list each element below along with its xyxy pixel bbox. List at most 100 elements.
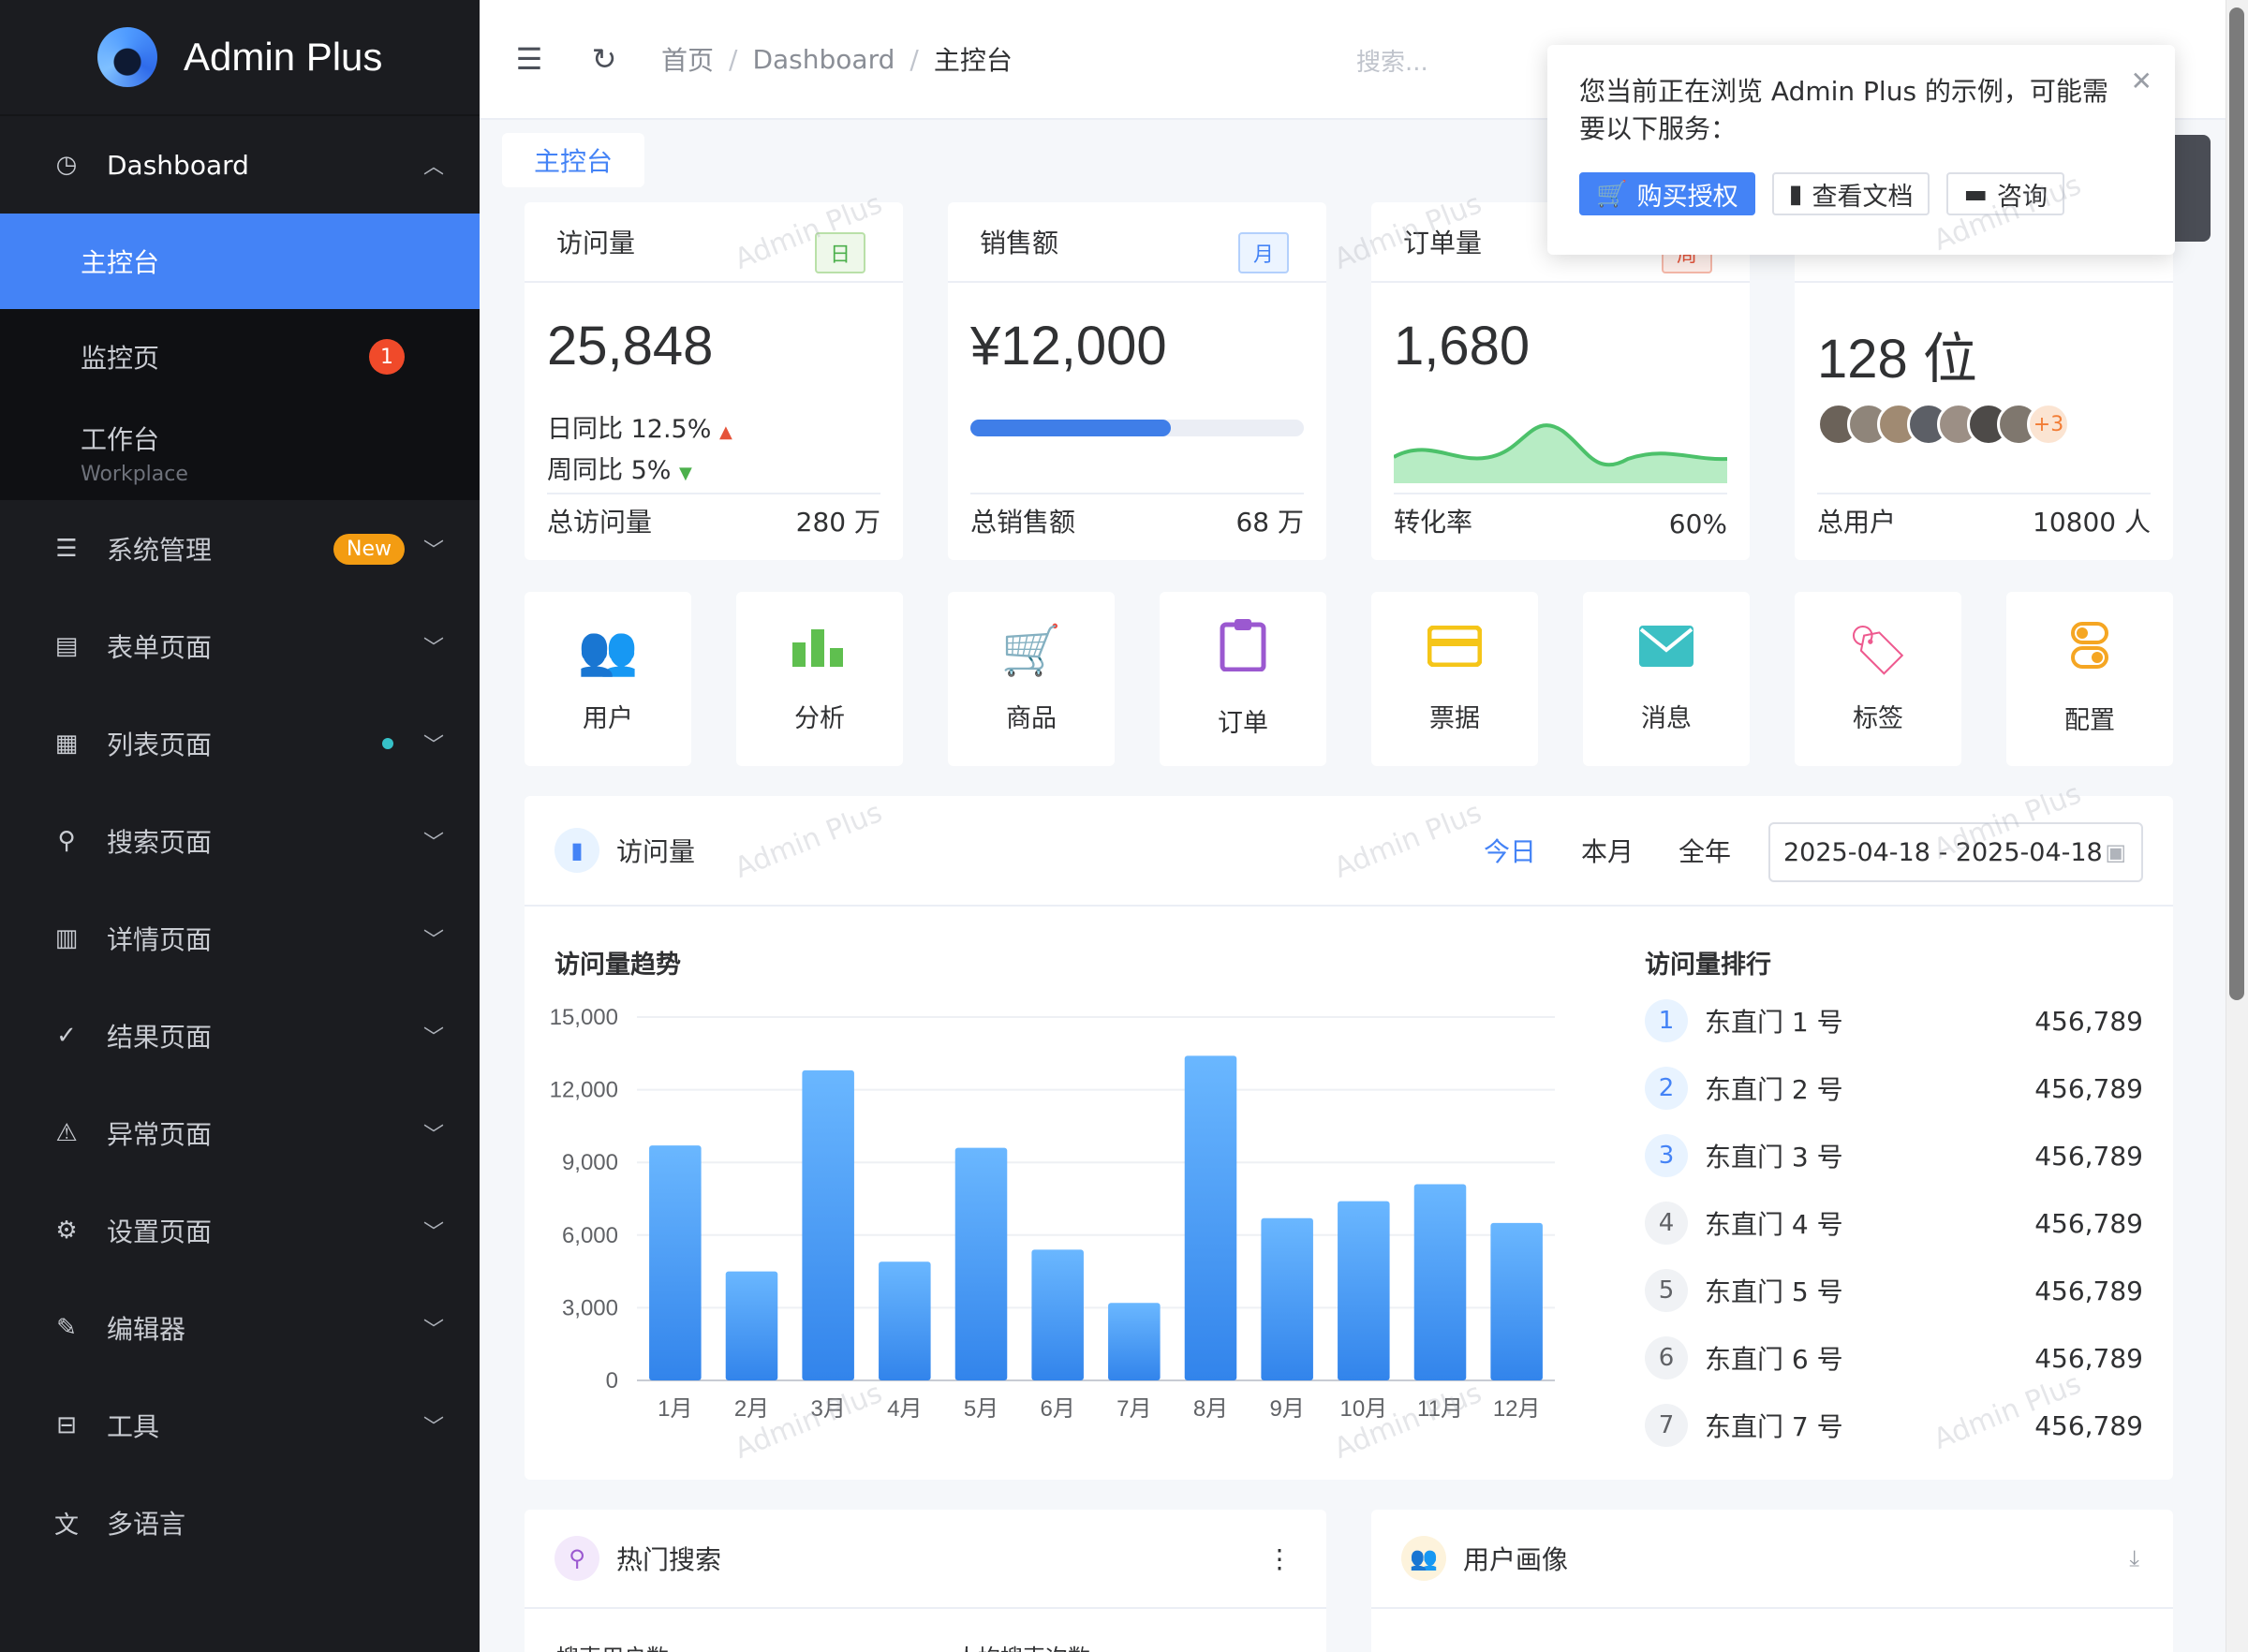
page-scrollbar[interactable] [2226,0,2248,1652]
stat-card-sales: 销售额 月 ¥12,000 总销售额 68 万 [948,202,1326,560]
side-drawer-tab[interactable] [2175,135,2211,242]
sidebar-item-detail[interactable]: ▥ 详情页面 ﹀ [0,890,480,987]
stat-card-users: 128 位 +3 总用户 10800 人 [1795,202,2173,560]
sidebar-item-label: 主控台 [81,247,160,278]
button-label: 查看文档 [1812,182,1914,212]
chart-bar[interactable] [1338,1201,1390,1380]
user-profile-title: 用户画像 [1463,1544,1569,1575]
rank-number: 1 [1645,999,1688,1042]
check-circle-icon: ✓ [56,1022,77,1050]
shortcut-invoices[interactable]: 票据 [1371,592,1538,766]
hot-search-title: 热门搜索 [616,1544,722,1575]
tab-console[interactable]: 主控台 [502,133,645,187]
chart-bar[interactable] [1261,1217,1313,1380]
shortcut-products[interactable]: 🛒 商品 [948,592,1115,766]
search-input[interactable]: 搜索... [1356,43,1428,78]
scrollbar-thumb[interactable] [2229,7,2244,1000]
logo-icon [97,27,157,87]
more-vertical-icon[interactable]: ⋮ [1266,1543,1293,1574]
chevron-down-icon: ﹀ [422,539,444,563]
chart-bar[interactable] [649,1145,702,1380]
sidebar-item-editor[interactable]: ✎ 编辑器 ﹀ [0,1279,480,1377]
sidebar-item-system[interactable]: ☰ 系统管理 New ﹀ [0,500,480,597]
chart-bar[interactable] [879,1261,931,1380]
progress-fill [970,420,1171,436]
rank-number: 6 [1645,1336,1688,1379]
chevron-down-icon: ﹀ [422,1026,444,1050]
hot-search-card: ⚲ 热门搜索 ⋮ 搜索用户数 人均搜索次数 [525,1510,1326,1652]
settings-icon: ⚙ [55,1217,78,1245]
shortcut-label: 商品 [1006,703,1057,733]
sidebar-item-dashboard[interactable]: ◷ Dashboard ︿ [0,116,480,214]
stat-value: 128 位 [1817,329,1977,390]
shortcut-analysis[interactable]: 分析 [736,592,903,766]
close-icon[interactable]: ✕ [2131,66,2152,96]
stat-value: ¥12,000 [970,316,1167,376]
table-icon: ▦ [54,730,79,758]
chevron-up-icon: ︿ [422,155,444,179]
form-icon: ▤ [54,632,79,660]
y-tick-label: 15,000 [550,1005,618,1030]
toolbox-icon: ⊟ [56,1411,77,1439]
shortcut-label: 消息 [1641,703,1692,733]
search-icon: ⚲ [555,1536,599,1581]
range-tab-today[interactable]: 今日 [1484,832,1536,869]
shortcut-tags[interactable]: 🏷 标签 [1795,592,1961,766]
avatar-more-count[interactable]: +3 [2027,403,2070,446]
sidebar-item-form[interactable]: ▤ 表单页面 ﹀ [0,597,480,695]
sidebar-item-monitor[interactable]: 监控页 1 [0,309,480,405]
rank-name: 东直门 6 号 [1705,1344,1843,1375]
chart-bar[interactable] [1108,1303,1161,1380]
compare-label: 日同比 [547,415,623,444]
button-label: 购买授权 [1636,182,1738,212]
rank-row: 2 东直门 2 号 456,789 [1645,1055,2143,1122]
hot-search-sub1: 搜索用户数 [556,1639,669,1652]
rank-name: 东直门 3 号 [1705,1142,1843,1173]
compare-label: 周同比 [547,456,623,485]
app-logo[interactable]: Admin Plus [0,0,480,116]
sidebar-item-label: Dashboard [107,149,249,181]
users-icon: 👥 [577,622,639,679]
range-tab-year[interactable]: 全年 [1679,832,1731,869]
x-tick-label: 2月 [734,1396,769,1422]
chart-bar[interactable] [1413,1184,1467,1380]
download-icon[interactable]: ⤓ [2129,1545,2139,1571]
chart-bar[interactable] [1490,1222,1543,1380]
chart-bar[interactable] [1184,1055,1237,1380]
rank-value: 456,789 [2034,1005,2143,1037]
shortcut-config[interactable]: 配置 [2006,592,2173,766]
breadcrumb-dashboard[interactable]: Dashboard [752,44,895,75]
footer-label: 总访问量 [547,507,653,538]
shortcut-messages[interactable]: 消息 [1583,592,1750,766]
buy-license-button[interactable]: 🛒 购买授权 [1579,172,1755,215]
breadcrumb-home[interactable]: 首页 [661,40,714,78]
refresh-icon[interactable]: ↻ [579,41,629,77]
chat-icon: ▬ [1963,179,1988,209]
app-name: Admin Plus [184,35,383,79]
chart-bar[interactable] [1031,1249,1084,1380]
sidebar-item-settings[interactable]: ⚙ 设置页面 ﹀ [0,1182,480,1279]
chart-bar[interactable] [725,1271,778,1380]
sidebar-item-search[interactable]: ⚲ 搜索页面 ﹀ [0,792,480,890]
sidebar-item-console[interactable]: 主控台 [0,214,480,309]
range-tab-month[interactable]: 本月 [1581,832,1634,869]
date-range-picker[interactable]: 2025-04-18 - 2025-04-18 ▣ [1768,822,2143,882]
shortcut-orders[interactable]: 订单 [1160,592,1326,766]
sidebar-item-workplace[interactable]: 工作台 Workplace [0,405,480,500]
shortcut-users[interactable]: 👥 用户 [525,592,691,766]
sidebar-item-i18n[interactable]: 文 多语言 [0,1474,480,1571]
rank-name: 东直门 5 号 [1705,1276,1843,1307]
collapse-menu-icon[interactable]: ☰ [504,41,555,77]
rank-row: 4 东直门 4 号 456,789 [1645,1189,2143,1257]
warning-icon: ⚠ [55,1119,78,1147]
sidebar-item-result[interactable]: ✓ 结果页面 ﹀ [0,987,480,1084]
view-docs-button[interactable]: ▮ 查看文档 [1771,172,1930,215]
x-tick-label: 12月 [1493,1396,1541,1422]
sidebar-item-exception[interactable]: ⚠ 异常页面 ﹀ [0,1084,480,1182]
chevron-down-icon: ﹀ [422,1124,444,1147]
sidebar-item-list[interactable]: ▦ 列表页面 ﹀ [0,695,480,792]
consult-button[interactable]: ▬ 咨询 [1946,172,2064,215]
chart-bar[interactable] [954,1147,1008,1380]
chart-bar[interactable] [802,1069,854,1380]
sidebar-item-tools[interactable]: ⊟ 工具 ﹀ [0,1377,480,1474]
